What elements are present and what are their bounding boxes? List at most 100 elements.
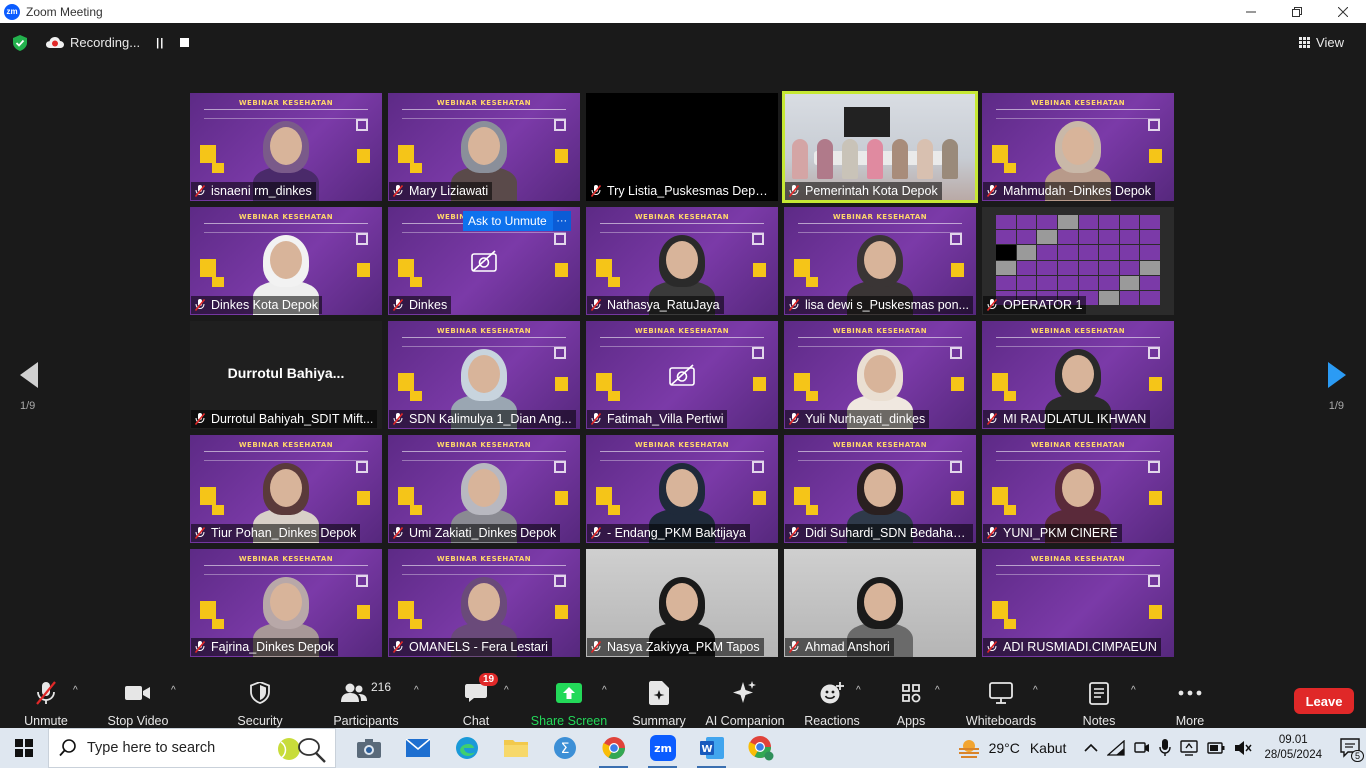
- chat-button[interactable]: 19 Chat: [456, 671, 499, 728]
- participant-tile[interactable]: WEBINAR KESEHATAN Yuli Nurhayati_dinkes: [784, 321, 976, 429]
- restore-button[interactable]: [1274, 0, 1320, 23]
- volume-muted-icon[interactable]: [1234, 740, 1252, 756]
- banner-decoration: [608, 391, 620, 401]
- webinar-banner: WEBINAR KESEHATAN: [832, 441, 928, 449]
- apps-button[interactable]: Apps: [892, 671, 930, 728]
- taskbar-chrome-app[interactable]: [589, 728, 638, 768]
- participant-tile[interactable]: WEBINAR KESEHATAN ADI RUSMIADI.CIMPAEUN: [982, 549, 1174, 657]
- participant-tile[interactable]: WEBINAR KESEHATAN Tiur Pohan_Dinkes Depok: [190, 435, 382, 543]
- meet-now-icon[interactable]: [1134, 740, 1150, 756]
- webinar-banner: WEBINAR KESEHATAN: [436, 99, 532, 107]
- close-button[interactable]: [1320, 0, 1366, 23]
- weather-widget[interactable]: 29°C Kabut: [957, 738, 1066, 758]
- notification-center-button[interactable]: 5: [1336, 728, 1366, 768]
- notes-button[interactable]: Notes: [1078, 671, 1120, 728]
- muted-mic-icon: [393, 527, 403, 539]
- whiteboard-icon: [989, 682, 1013, 704]
- previous-page-icon[interactable]: [18, 362, 40, 388]
- minimize-button[interactable]: [1228, 0, 1274, 23]
- muted-mic-icon: [987, 299, 997, 311]
- summary-button[interactable]: Summary: [630, 671, 688, 728]
- participant-tile[interactable]: OPERATOR 1: [982, 207, 1174, 315]
- participant-name: OPERATOR 1: [1003, 298, 1083, 312]
- taskbar-clock[interactable]: 09.01 28/05/2024: [1264, 733, 1322, 763]
- close-icon: [1338, 6, 1348, 17]
- share-options-chevron-icon[interactable]: ^: [602, 685, 607, 696]
- banner-decoration: [794, 259, 810, 277]
- show-hidden-icons-chevron-icon[interactable]: [1084, 743, 1099, 753]
- muted-mic-icon: [195, 185, 205, 197]
- participant-tile[interactable]: WEBINAR KESEHATAN Nathasya_RatuJaya: [586, 207, 778, 315]
- participant-name-tag: Nasya Zakiyya_PKM Tapos: [587, 638, 764, 656]
- view-button[interactable]: View: [1299, 35, 1344, 50]
- participant-tile[interactable]: Nasya Zakiyya_PKM Tapos: [586, 549, 778, 657]
- banner-decoration: [356, 233, 368, 245]
- next-page-icon[interactable]: [1326, 362, 1348, 388]
- participant-tile[interactable]: WEBINAR KESEHATAN MI RAUDLATUL IKHWAN: [982, 321, 1174, 429]
- microphone-icon[interactable]: [1159, 739, 1172, 757]
- notes-options-chevron-icon[interactable]: ^: [1131, 685, 1136, 696]
- participant-tile[interactable]: WEBINAR KESEHATAN Fajrina_Dinkes Depok: [190, 549, 382, 657]
- ask-to-unmute-button[interactable]: Ask to Unmute ···: [463, 211, 571, 231]
- taskbar-file-explorer-app[interactable]: [491, 728, 540, 768]
- participant-tile[interactable]: WEBINAR KESEHATAN - Endang_PKM Baktijaya: [586, 435, 778, 543]
- network-icon[interactable]: [1107, 740, 1126, 756]
- taskbar-camera-app[interactable]: [344, 728, 393, 768]
- leave-button[interactable]: Leave: [1294, 688, 1354, 714]
- encryption-shield-icon[interactable]: [12, 35, 28, 51]
- participant-tile[interactable]: WEBINAR KESEHATAN Mahmudah -Dinkes Depok: [982, 93, 1174, 201]
- taskbar-chrome-profile-app[interactable]: [736, 728, 785, 768]
- taskbar-sigma-app[interactable]: Σ: [540, 728, 589, 768]
- participant-tile[interactable]: WEBINAR KESEHATAN OMANELS - Fera Lestari: [388, 549, 580, 657]
- reactions-options-chevron-icon[interactable]: ^: [856, 685, 861, 696]
- participant-tile[interactable]: WEBINAR KESEHATAN isnaeni rm_dinkes: [190, 93, 382, 201]
- participant-tile[interactable]: Pemerintah Kota Depok: [782, 91, 978, 203]
- tile-more-options-button[interactable]: ···: [552, 211, 571, 231]
- pause-recording-icon[interactable]: | |: [156, 37, 163, 49]
- participant-name: YUNI_PKM CINERE: [1003, 526, 1118, 540]
- participant-tile[interactable]: Durrotul Bahiya... Durrotul Bahiyah_SDIT …: [190, 321, 382, 429]
- whiteboards-button[interactable]: Whiteboards: [964, 671, 1038, 728]
- taskbar-word-app[interactable]: W: [687, 728, 736, 768]
- participant-tile[interactable]: WEBINAR KESEHATAN Didi Suhardi_SDN Bedaha…: [784, 435, 976, 543]
- participant-name: Durrotul Bahiyah_SDIT Mift...: [211, 412, 374, 426]
- battery-icon[interactable]: [1207, 742, 1225, 754]
- taskbar-search-box[interactable]: Type here to search: [48, 728, 336, 768]
- banner-decoration: [554, 461, 566, 473]
- ai-companion-button[interactable]: AI Companion: [704, 671, 786, 728]
- banner-decoration: [1004, 505, 1016, 515]
- participant-tile[interactable]: WEBINAR KESEHATAN Umi Zakiati_Dinkes Depo…: [388, 435, 580, 543]
- participant-name: Mahmudah -Dinkes Depok: [1003, 184, 1151, 198]
- participant-tile[interactable]: WEBINAR KESEHATAN Dinkes Kota Depok: [190, 207, 382, 315]
- taskbar-zoom-app[interactable]: zm: [638, 728, 687, 768]
- stop-video-button[interactable]: Stop Video: [105, 671, 171, 728]
- display-share-icon[interactable]: [1180, 740, 1199, 756]
- participant-name-tag: YUNI_PKM CINERE: [983, 524, 1122, 542]
- participant-tile[interactable]: WEBINAR KESEHATAN Mary Liziawati: [388, 93, 580, 201]
- reactions-button[interactable]: Reactions: [804, 671, 860, 728]
- participant-tile[interactable]: WEBINAR KESEHATAN SDN Kalimulya 1_Dian An…: [388, 321, 580, 429]
- audio-options-chevron-icon[interactable]: ^: [73, 685, 78, 696]
- share-screen-button[interactable]: Share Screen: [531, 671, 607, 728]
- participant-tile[interactable]: Try Listia_Puskesmas Depo...: [586, 93, 778, 201]
- cloud-recording-icon: [46, 36, 64, 48]
- whiteboards-options-chevron-icon[interactable]: ^: [1033, 685, 1038, 696]
- participant-tile[interactable]: Ahmad Anshori: [784, 549, 976, 657]
- start-button[interactable]: [0, 728, 48, 768]
- security-button[interactable]: Security: [234, 671, 286, 728]
- taskbar-edge-app[interactable]: [442, 728, 491, 768]
- video-options-chevron-icon[interactable]: ^: [171, 685, 176, 696]
- participant-tile[interactable]: WEBINAR KESEHATAN YUNI_PKM CINERE: [982, 435, 1174, 543]
- participants-options-chevron-icon[interactable]: ^: [414, 685, 419, 696]
- stop-recording-icon[interactable]: [180, 38, 190, 47]
- banner-decoration: [212, 619, 224, 629]
- chat-options-chevron-icon[interactable]: ^: [504, 685, 509, 696]
- unmute-button[interactable]: Unmute: [20, 671, 72, 728]
- more-button[interactable]: More: [1168, 671, 1212, 728]
- participant-tile[interactable]: WEBINAR KESEHATAN Fatimah_Villa Pertiwi: [586, 321, 778, 429]
- apps-options-chevron-icon[interactable]: ^: [935, 685, 940, 696]
- taskbar-mail-app[interactable]: [393, 728, 442, 768]
- participant-tile[interactable]: WEBINAR KESEHATAN lisa dewi s_Puskesmas p…: [784, 207, 976, 315]
- muted-mic-icon: [195, 641, 205, 653]
- participants-button[interactable]: 216 Participants: [330, 671, 402, 728]
